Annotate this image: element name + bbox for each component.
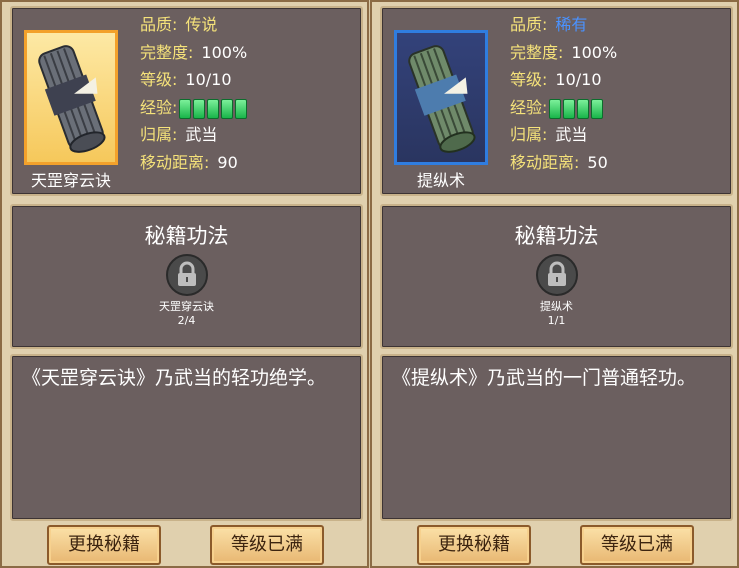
level-value: 10/10	[185, 70, 232, 89]
description-card: 《提纵术》乃武当的一门普通轻功。	[380, 354, 733, 521]
quality-value: 稀有	[555, 15, 588, 34]
section-title: 秘籍功法	[144, 224, 229, 248]
level-label: 等级:	[510, 70, 548, 89]
exp-pip	[563, 98, 576, 119]
description-text: 《提纵术》乃武当的一门普通轻功。	[392, 367, 697, 389]
exp-pip	[179, 98, 192, 119]
belongs-label: 归属:	[510, 125, 548, 144]
skills-card: 秘籍功法 提纵术 1/1	[380, 204, 733, 349]
integrity-value: 100%	[571, 42, 618, 62]
exp-label: 经验:	[510, 97, 548, 117]
exp-pip	[591, 98, 604, 119]
item-info-card: 天罡穿云诀 品质: 传说 完整度: 100% 等级: 10/10 经验: 归属: 武当 …	[10, 6, 363, 196]
replace-manual-button[interactable]: 更换秘籍	[47, 525, 161, 565]
exp-pip	[193, 98, 206, 119]
right-panel: 提纵术 品质: 稀有 完整度: 100% 等级: 10/10 经验: 归属: 武当 移动…	[370, 0, 739, 568]
description-text: 《天罡穿云诀》乃武当的轻功绝学。	[22, 367, 327, 389]
item-info-card: 提纵术 品质: 稀有 完整度: 100% 等级: 10/10 经验: 归属: 武当 移动…	[380, 6, 733, 196]
skill-slot[interactable]	[535, 254, 578, 296]
exp-pip	[207, 98, 220, 119]
skill-name: 提纵术	[540, 300, 573, 313]
section-title: 秘籍功法	[514, 224, 599, 248]
item-frame-rare[interactable]	[394, 30, 488, 165]
item-frame-legendary[interactable]	[24, 30, 118, 165]
quality-label: 品质:	[510, 15, 548, 34]
description-card: 《天罡穿云诀》乃武当的轻功绝学。	[10, 354, 363, 521]
move-label: 移动距离:	[140, 152, 210, 172]
scroll-icon	[38, 45, 106, 153]
move-value: 90	[217, 152, 238, 172]
item-name: 天罡穿云诀	[30, 171, 111, 190]
skill-name: 天罡穿云诀	[159, 300, 214, 313]
lock-icon	[547, 261, 566, 286]
integrity-value: 100%	[201, 42, 248, 62]
exp-bar	[549, 94, 605, 122]
belongs-label: 归属:	[140, 125, 178, 144]
left-panel: 天罡穿云诀 品质: 传说 完整度: 100% 等级: 10/10 经验: 归属: 武当 …	[0, 0, 369, 568]
exp-pip	[549, 98, 562, 119]
exp-pip	[235, 98, 248, 119]
exp-pip	[577, 98, 590, 119]
skill-slot[interactable]	[165, 254, 208, 296]
quality-label: 品质:	[140, 15, 178, 34]
level-value: 10/10	[555, 70, 602, 89]
move-label: 移动距离:	[510, 152, 580, 172]
item-stats: 品质: 稀有 完整度: 100% 等级: 10/10 经验: 归属: 武当 移动距离: 5…	[510, 11, 617, 176]
exp-bar	[179, 94, 249, 122]
item-name: 提纵术	[416, 171, 465, 190]
belongs-value: 武当	[555, 125, 588, 144]
item-stats: 品质: 传说 完整度: 100% 等级: 10/10 经验: 归属: 武当 移动距离: 9…	[140, 11, 249, 176]
skill-count: 1/1	[547, 314, 566, 327]
level-maxed-button[interactable]: 等级已满	[210, 525, 324, 565]
move-value: 50	[587, 152, 608, 172]
integrity-label: 完整度:	[510, 42, 564, 62]
integrity-label: 完整度:	[140, 42, 194, 62]
belongs-value: 武当	[185, 125, 218, 144]
level-maxed-button[interactable]: 等级已满	[580, 525, 694, 565]
skills-card: 秘籍功法 天罡穿云诀 2/4	[10, 204, 363, 349]
exp-label: 经验:	[140, 97, 178, 117]
quality-value: 传说	[185, 15, 218, 34]
replace-manual-button[interactable]: 更换秘籍	[417, 525, 531, 565]
lock-icon	[177, 261, 196, 286]
exp-pip	[221, 98, 234, 119]
level-label: 等级:	[140, 70, 178, 89]
skill-count: 2/4	[177, 314, 196, 327]
scroll-icon	[408, 45, 476, 153]
